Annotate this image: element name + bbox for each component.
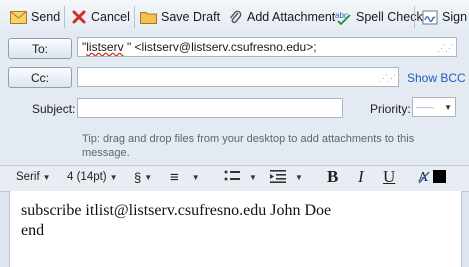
cancel-label: Cancel (91, 10, 130, 24)
priority-label: Priority: (370, 102, 411, 116)
cc-button[interactable]: Cc: (8, 67, 72, 88)
add-attachment-button[interactable]: Add Attachment (226, 6, 335, 28)
cc-label: Cc: (31, 70, 49, 85)
body-line: end (21, 222, 45, 239)
indent-icon (270, 169, 286, 186)
to-label: To: (31, 41, 48, 56)
spell-check-label: Spell Check (356, 10, 423, 24)
chevron-down-icon: ▼ (42, 172, 51, 182)
toolbar-divider (414, 6, 415, 28)
spell-check-button[interactable]: abc Spell Check (335, 6, 423, 28)
cc-field[interactable]: ⋰⋰ (77, 67, 399, 87)
subject-label: Subject: (32, 102, 76, 116)
toolbar-divider (134, 6, 135, 28)
chevron-down-icon: ▼ (144, 173, 153, 182)
send-label: Send (31, 10, 61, 24)
chevron-down-icon: ▼ (109, 172, 118, 182)
paragraph-style-select[interactable]: § ▼ (134, 170, 152, 185)
chevron-down-icon: ▼ (191, 173, 200, 182)
underline-button[interactable]: U (383, 167, 395, 187)
send-button[interactable]: Send (10, 6, 60, 28)
to-value-name: listserv (86, 40, 124, 54)
font-select[interactable]: Serif ▼ (16, 171, 51, 183)
add-attachment-label: Add Attachment (247, 10, 336, 24)
to-button[interactable]: To: (8, 38, 72, 59)
spell-check-icon: abc (335, 9, 352, 26)
priority-select[interactable]: —— ▼ (412, 97, 456, 117)
folder-icon (140, 9, 157, 26)
format-toolbar: Serif ▼ 4 (14pt) ▼ § ▼ ≡ ▼ ▼ ▼ B I U A (0, 165, 469, 192)
chevron-down-icon: ▼ (295, 173, 303, 182)
signature-icon (421, 9, 438, 26)
to-value-rest: " <listserv@listserv.csufresno.edu>; (123, 40, 317, 54)
font-size-select[interactable]: 4 (14pt) ▼ (67, 171, 118, 183)
bold-button[interactable]: B (327, 167, 338, 187)
resize-grip-icon[interactable]: ⋰⋰ (379, 73, 396, 84)
text-color-icon: A (418, 168, 448, 189)
bullet-list-select[interactable]: ▼ (224, 169, 257, 186)
align-left-icon: ≡ (170, 169, 179, 186)
save-draft-label: Save Draft (161, 10, 221, 24)
text-color-button[interactable]: A (418, 168, 448, 189)
compose-toolbar: Send Cancel Save Draft Add Attachment ab… (0, 0, 469, 36)
resize-grip-icon[interactable]: ⋰⋰ (437, 43, 454, 54)
signature-button[interactable]: Sign (421, 6, 467, 28)
to-field[interactable]: "listserv " <listserv@listserv.csufresno… (77, 37, 457, 57)
font-size-value: 4 (14pt) (67, 171, 107, 183)
toolbar-divider (64, 6, 65, 28)
paragraph-icon: § (134, 170, 142, 185)
priority-value: —— (416, 102, 434, 112)
chevron-down-icon: ▼ (444, 102, 452, 112)
attachment-tip: Tip: drag and drop files from your deskt… (82, 133, 415, 159)
show-bcc-link[interactable]: Show BCC (407, 71, 466, 85)
paperclip-icon (226, 9, 243, 26)
cancel-button[interactable]: Cancel (70, 6, 130, 28)
envelope-icon (10, 9, 27, 26)
font-value: Serif (16, 171, 40, 183)
close-icon (70, 9, 87, 26)
message-body-editor[interactable]: subscribe itlist@listserv.csufresno.edu … (9, 191, 462, 267)
chevron-down-icon: ▼ (249, 173, 257, 182)
indent-select[interactable]: ▼ (270, 169, 303, 186)
body-line: subscribe itlist@listserv.csufresno.edu … (21, 202, 332, 219)
subject-field[interactable] (77, 98, 343, 118)
save-draft-button[interactable]: Save Draft (140, 6, 220, 28)
italic-button[interactable]: I (358, 167, 364, 187)
bullet-list-icon (224, 169, 240, 186)
signature-label: Sign (442, 10, 468, 24)
alignment-select[interactable]: ≡ ▼ (170, 169, 200, 186)
